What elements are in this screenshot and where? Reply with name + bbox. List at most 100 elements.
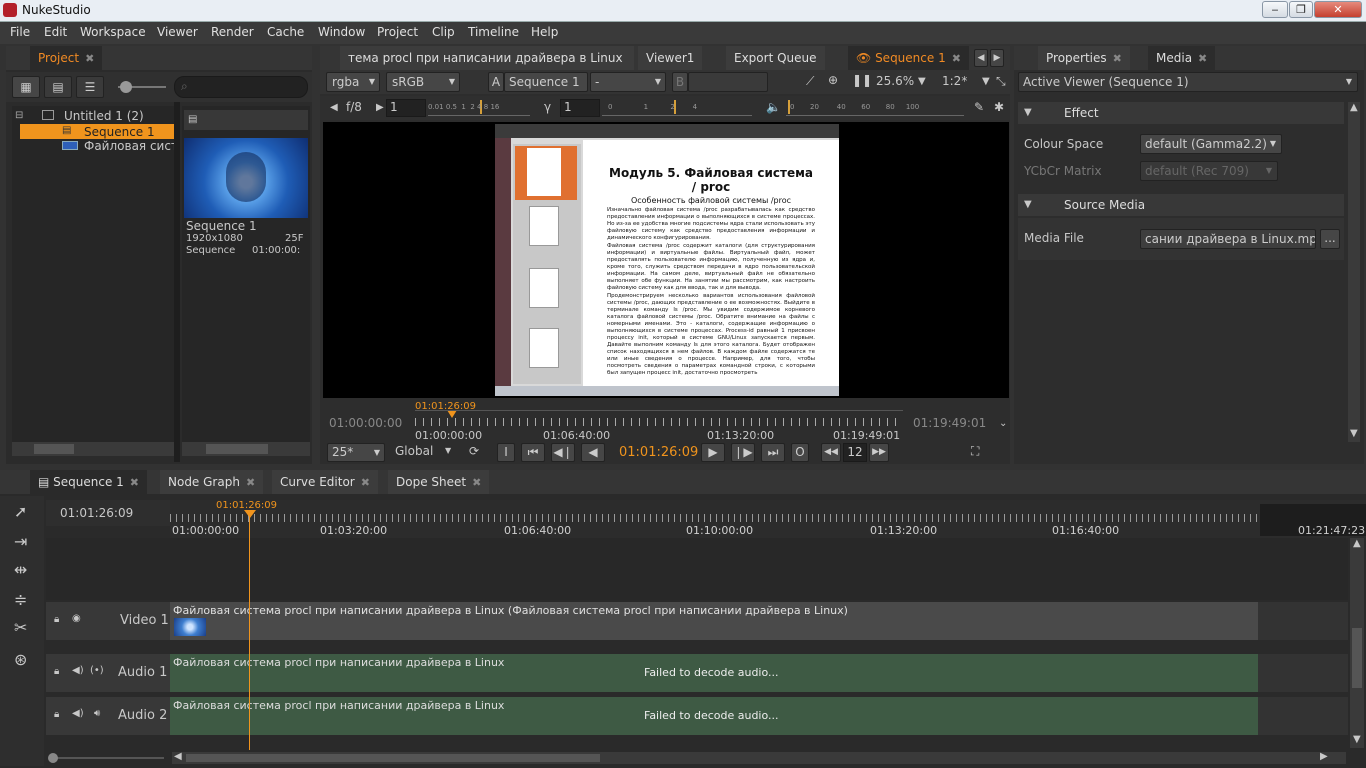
close-icon[interactable]: ✖ (85, 52, 94, 65)
menu-file[interactable]: File (10, 25, 30, 39)
menu-clip[interactable]: Clip (432, 25, 455, 39)
slider-handle[interactable] (120, 81, 132, 93)
gamma-slider[interactable]: 0 1 2 4 (602, 100, 752, 116)
crosshair-icon[interactable]: ⊕ (828, 73, 838, 87)
play-reverse-icon[interactable]: ◀ (581, 443, 605, 462)
fstop-value[interactable]: f/8 (346, 100, 362, 114)
time-mode-select[interactable]: Global ▼ (395, 444, 455, 463)
list-view-icon[interactable]: ☰ (76, 76, 104, 98)
track-select-tool-icon[interactable]: ⇥ (14, 532, 27, 551)
gain-input[interactable]: 1 (386, 99, 426, 117)
panel-divider[interactable] (174, 102, 180, 462)
step-size-input[interactable]: 12 (843, 443, 867, 462)
b-input-button[interactable]: B (672, 72, 688, 92)
collapse-icon[interactable]: ⊟ (15, 110, 23, 121)
chevron-down-icon[interactable]: ⌄ (999, 418, 1007, 429)
scroll-down-icon[interactable]: ▼ (1353, 734, 1361, 745)
settings-icon[interactable]: ✱ (994, 100, 1004, 114)
menu-cache[interactable]: Cache (267, 25, 304, 39)
scrub-range[interactable] (415, 410, 903, 411)
minimize-button[interactable]: ‒ (1262, 1, 1288, 18)
timeline-timecode[interactable]: 01:01:26:09 (60, 506, 133, 520)
lut-select[interactable]: sRGB ▼ (386, 72, 460, 92)
volume-icon[interactable]: 🔈 (766, 100, 781, 114)
scroll-right-icon[interactable]: ▶ (1320, 751, 1328, 762)
active-viewer-select[interactable]: Active Viewer (Sequence 1) ▼ (1018, 72, 1358, 92)
tree-item-clip[interactable]: Файловая систе (84, 139, 176, 153)
tab-properties[interactable]: Properties ✖ (1038, 46, 1130, 70)
audio2-clip[interactable]: Файловая система procl при написании дра… (170, 697, 1258, 735)
channel-select[interactable]: rgba ▼ (326, 72, 380, 92)
close-icon[interactable]: ✖ (361, 476, 370, 489)
menu-window[interactable]: Window (318, 25, 365, 39)
scrub-ticks[interactable] (415, 418, 903, 426)
step-forward-icon[interactable]: ❘▶ (731, 443, 755, 462)
fstop-next-icon[interactable]: ▶ (376, 102, 384, 113)
tab-dope-sheet[interactable]: Dope Sheet ✖ (388, 470, 490, 494)
tab-node-graph[interactable]: Node Graph ✖ (160, 470, 264, 494)
a-input-button[interactable]: A (488, 72, 504, 92)
browse-button[interactable]: ... (1320, 229, 1340, 249)
source-media-section-header[interactable]: ▼ Source Media (1018, 194, 1344, 216)
wipe-tool-icon[interactable]: ⟋ (806, 74, 814, 89)
scroll-down-icon[interactable]: ▼ (1350, 428, 1358, 439)
volume-icon[interactable]: 🔊︎ (94, 708, 100, 719)
close-button[interactable]: ✕ (1314, 1, 1362, 18)
skip-start-icon[interactable]: ⏮ (521, 443, 545, 462)
tab-sequence[interactable]: 👁 Sequence 1 ✖ (848, 46, 969, 70)
in-point-button[interactable]: I (497, 443, 515, 462)
fps-select[interactable]: 25* ▼ (327, 443, 385, 462)
forward-step-icon[interactable]: ▶▶ (869, 443, 889, 462)
out-point-button[interactable]: O (791, 443, 809, 462)
timeline-v-scrollbar[interactable]: ▲ ▼ (1350, 538, 1364, 748)
scroll-up-icon[interactable]: ▲ (1353, 538, 1361, 549)
properties-scrollbar[interactable]: ▲ ▼ (1348, 102, 1360, 442)
project-root-label[interactable]: Untitled 1 (2) (64, 109, 144, 123)
viewer-canvas[interactable]: Модуль 5. Файловая система / proc Особен… (323, 122, 1009, 398)
compare-mode-select[interactable]: - ▼ (590, 72, 666, 92)
timeline-ruler[interactable]: 01:00:00:00 01:03:20:00 01:06:40:00 01:1… (170, 500, 1366, 538)
expand-icon[interactable]: ⤡ (996, 74, 1006, 89)
close-icon[interactable]: ✖ (472, 476, 481, 489)
tab-export-queue[interactable]: Export Queue (726, 46, 825, 70)
lock-icon[interactable]: 🔒︎ (54, 614, 59, 625)
color-picker-icon[interactable]: ✎ (974, 100, 984, 114)
menu-workspace[interactable]: Workspace (80, 25, 146, 39)
timeline-h-scrollbar[interactable]: ◀ ▶ (172, 751, 1346, 764)
audio1-clip[interactable]: Файловая система procl при написании дра… (170, 654, 1258, 692)
tab-viewer1[interactable]: Viewer1 (638, 46, 703, 70)
slip-tool-icon[interactable]: ⇹ (14, 560, 27, 579)
rewind-step-icon[interactable]: ◀◀ (821, 443, 841, 462)
tab-sequence-timeline[interactable]: ▤ Sequence 1 ✖ (30, 470, 148, 494)
trim-tool-icon[interactable]: ≑ (14, 590, 27, 609)
menu-render[interactable]: Render (211, 25, 254, 39)
maximize-button[interactable]: ❐ (1289, 1, 1313, 18)
razor-tool-icon[interactable]: ✂ (14, 618, 27, 637)
sequence-thumbnail[interactable] (184, 138, 308, 218)
waveform-icon[interactable]: (•) (90, 665, 104, 676)
scroll-left-icon[interactable]: ◀ (174, 751, 182, 762)
tab-project[interactable]: Project ✖ (30, 46, 103, 70)
gain-slider[interactable]: 0.01 0.5 1 2 4 8 16 (428, 100, 530, 116)
snapshot-icon[interactable]: ⛶ (971, 444, 979, 459)
scroll-up-icon[interactable]: ▲ (1350, 102, 1358, 113)
tree-scrollbar[interactable] (12, 442, 174, 456)
video-clip[interactable]: Файловая система procl при написании дра… (170, 602, 1258, 640)
a-input-select[interactable]: Sequence 1 (504, 72, 588, 92)
tab-curve-editor[interactable]: Curve Editor ✖ (272, 470, 378, 494)
tab-scroll-right-icon[interactable]: ▶ (990, 49, 1004, 67)
loop-icon[interactable]: ⟳ (469, 444, 479, 458)
speaker-icon[interactable]: ◀) (72, 665, 84, 676)
playhead-marker[interactable] (244, 510, 256, 518)
grid-large-icon[interactable]: ▦ (12, 76, 40, 98)
b-input-select[interactable] (688, 72, 768, 92)
close-icon[interactable]: ✖ (1198, 52, 1207, 65)
tab-source-viewer[interactable]: тема procl при написании драйвера в Linu… (340, 46, 634, 70)
fstop-prev-icon[interactable]: ◀ (330, 102, 338, 113)
multi-tool-icon[interactable]: ⊛ (14, 650, 27, 669)
current-timecode[interactable]: 01:01:26:09 (619, 445, 698, 460)
close-icon[interactable]: ✖ (246, 476, 255, 489)
proxy-ratio[interactable]: 1:2* (942, 74, 967, 88)
zoom-value[interactable]: 25.6% (876, 74, 914, 88)
pause-icon[interactable]: ❚❚ (852, 73, 872, 87)
